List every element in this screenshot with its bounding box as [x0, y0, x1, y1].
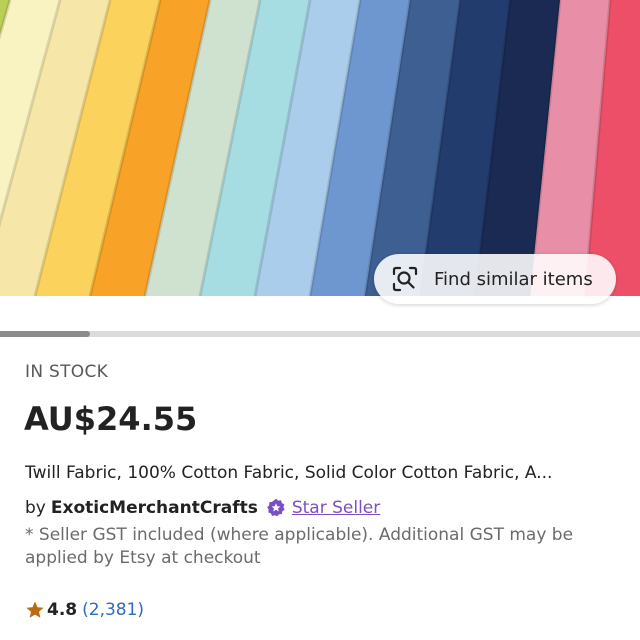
- stock-status: IN STOCK: [25, 362, 109, 382]
- rating-row[interactable]: 4.8 (2,381): [25, 600, 144, 620]
- fabric-swatches-image: [0, 0, 640, 296]
- star-seller-link[interactable]: Star Seller: [292, 498, 380, 518]
- shop-name-link[interactable]: ExoticMerchantCrafts: [51, 498, 258, 518]
- star-icon: [25, 600, 45, 620]
- find-similar-items-label: Find similar items: [434, 268, 593, 290]
- seller-info: by ExoticMerchantCrafts Star Seller: [25, 498, 380, 518]
- star-seller-badge-icon: [266, 498, 286, 518]
- scrollbar-thumb[interactable]: [0, 331, 90, 337]
- listing-title[interactable]: Twill Fabric, 100% Cotton Fabric, Solid …: [25, 463, 625, 483]
- rating-value: 4.8: [47, 600, 78, 620]
- image-carousel-scrollbar[interactable]: [0, 331, 640, 337]
- visual-search-icon: [390, 264, 420, 294]
- gst-note: * Seller GST included (where applicable)…: [25, 525, 574, 568]
- review-count-link[interactable]: (2,381): [82, 600, 144, 620]
- seller-prefix: by: [25, 498, 46, 518]
- product-image[interactable]: [0, 0, 640, 296]
- find-similar-items-button[interactable]: Find similar items: [374, 254, 616, 304]
- price: AU$24.55: [24, 400, 198, 438]
